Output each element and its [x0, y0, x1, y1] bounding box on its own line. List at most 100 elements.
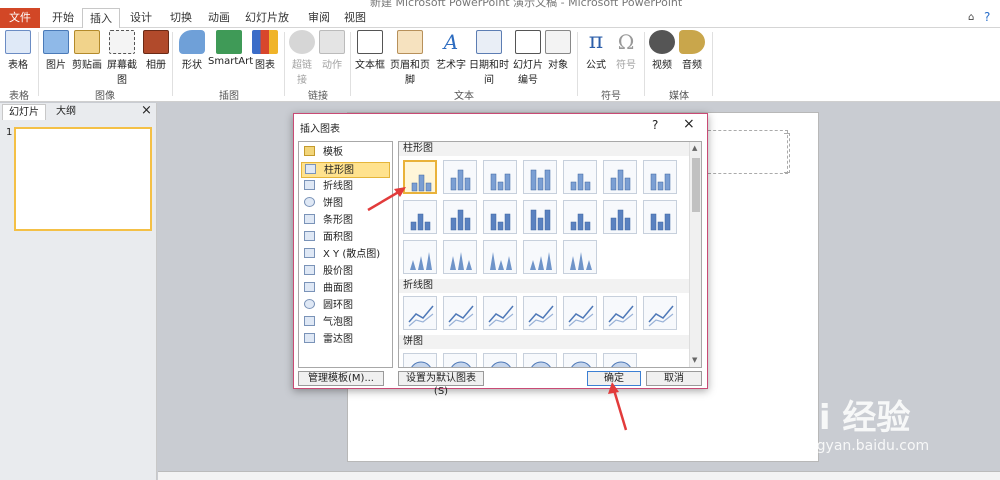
annotation-arrow-ok — [608, 382, 628, 431]
category-scatter[interactable]: X Y (散点图) — [301, 247, 390, 263]
chart-subtype-pie-5[interactable] — [563, 353, 597, 367]
screenshot-icon — [109, 30, 135, 54]
chart-subtype-col3d-7[interactable] — [643, 200, 677, 234]
close-icon[interactable]: × — [141, 103, 152, 118]
chart-subtype-col-6[interactable] — [603, 160, 637, 194]
group-label-media: 媒体 — [669, 91, 689, 102]
chart-subtype-pie-3[interactable] — [483, 353, 517, 367]
chart-subtype-line-3[interactable] — [483, 296, 517, 330]
chart-button[interactable]: 图表 — [252, 30, 278, 71]
chart-subtype-cone-3[interactable] — [483, 240, 517, 274]
tab-home[interactable]: 开始 — [44, 8, 82, 28]
manage-templates-button[interactable]: 管理模板(M)... — [298, 371, 384, 386]
chart-subtype-cone-5[interactable] — [563, 240, 597, 274]
slide-thumbnail[interactable] — [14, 127, 152, 231]
group-label-text: 文本 — [454, 91, 474, 102]
title-placeholder[interactable] — [708, 130, 788, 174]
chart-subtype-col3d-5[interactable] — [563, 200, 597, 234]
chart-subtype-line-7[interactable] — [643, 296, 677, 330]
chart-subtype-col-5[interactable] — [563, 160, 597, 194]
chart-subtype-pie-4[interactable] — [523, 353, 557, 367]
category-area[interactable]: 面积图 — [301, 230, 390, 246]
tab-animations[interactable]: 动画 — [200, 8, 238, 28]
scroll-up-icon[interactable]: ▲ — [692, 144, 697, 152]
cancel-button[interactable]: 取消 — [646, 371, 702, 386]
smartart-button[interactable]: SmartArt — [208, 30, 253, 67]
category-bar[interactable]: 条形图 — [301, 213, 390, 229]
action-button[interactable]: 动作 — [318, 30, 346, 71]
category-column[interactable]: 柱形图 — [301, 162, 390, 178]
symbol-button[interactable]: Ω 符号 — [612, 30, 640, 71]
section-header-pie: 饼图 — [399, 335, 689, 349]
tab-file[interactable]: 文件 — [0, 8, 40, 28]
datetime-button[interactable]: 日期和时间 — [466, 30, 512, 86]
tab-transitions[interactable]: 切换 — [162, 8, 200, 28]
chart-subtype-col-4[interactable] — [523, 160, 557, 194]
slides-panel: 幻灯片 大纲 × 1 — [0, 103, 157, 480]
chart-subtype-line-4[interactable] — [523, 296, 557, 330]
minimize-ribbon-icon[interactable]: ⌂ — [968, 12, 974, 23]
clipart-button[interactable]: 剪贴画 — [72, 30, 102, 71]
dialog-close-icon[interactable]: × — [683, 116, 695, 132]
equation-button[interactable]: π 公式 — [582, 30, 610, 72]
header-footer-button[interactable]: 页眉和页脚 — [386, 30, 434, 86]
category-radar[interactable]: 雷达图 — [301, 332, 390, 348]
category-doughnut[interactable]: 圆环图 — [301, 298, 390, 314]
tab-insert[interactable]: 插入 — [82, 8, 120, 29]
wordart-button[interactable]: A 艺术字 — [434, 30, 468, 71]
chart-subtype-pie-1[interactable] — [403, 353, 437, 367]
line-chart-icon — [488, 305, 514, 327]
picture-button[interactable]: 图片 — [42, 30, 70, 71]
shapes-button[interactable]: 形状 — [178, 30, 206, 71]
category-bubble[interactable]: 气泡图 — [301, 315, 390, 331]
hyperlink-button[interactable]: 超链接 — [288, 30, 316, 86]
chart-subtype-col-7[interactable] — [643, 160, 677, 194]
chart-subtype-line-5[interactable] — [563, 296, 597, 330]
col3d-chart-icon — [610, 209, 631, 231]
set-default-chart-button[interactable]: 设置为默认图表(S) — [398, 371, 484, 397]
slide-number-button[interactable]: 幻灯片 编号 — [512, 30, 544, 86]
tab-slideshow[interactable]: 幻灯片放映 — [240, 8, 294, 44]
chart-subtype-pie-2[interactable] — [443, 353, 477, 367]
tab-slides[interactable]: 幻灯片 — [2, 104, 46, 120]
chart-subtype-col3d-4[interactable] — [523, 200, 557, 234]
chart-subtype-col-3[interactable] — [483, 160, 517, 194]
tab-view[interactable]: 视图 — [336, 8, 374, 28]
tab-review[interactable]: 审阅 — [300, 8, 338, 28]
help-icon[interactable]: ? — [984, 10, 990, 24]
line-chart-icon — [528, 305, 554, 327]
dialog-help-icon[interactable]: ? — [652, 118, 658, 132]
chart-subtype-col-2[interactable] — [443, 160, 477, 194]
chart-subtype-line-1[interactable] — [403, 296, 437, 330]
category-surface[interactable]: 曲面图 — [301, 281, 390, 297]
chart-subtype-col3d-2[interactable] — [443, 200, 477, 234]
chart-subtype-line-2[interactable] — [443, 296, 477, 330]
pie-chart-icon — [411, 361, 431, 367]
textbox-button[interactable]: 文本框 — [354, 30, 386, 71]
chart-subtype-cone-4[interactable] — [523, 240, 557, 274]
chart-subtype-line-6[interactable] — [603, 296, 637, 330]
chart-subtype-cone-2[interactable] — [443, 240, 477, 274]
pie-chart-icon — [571, 361, 591, 367]
gallery-scrollbar[interactable]: ▲ ▼ — [689, 142, 701, 367]
chart-category-list: 模板 柱形图 折线图 饼图 条形图 面积图 X Y (散点图) 股价图 曲面图 … — [298, 141, 393, 368]
chart-subtype-cone-1[interactable] — [403, 240, 437, 274]
screenshot-button[interactable]: 屏幕截图 — [104, 30, 140, 86]
chart-subtype-pie-6[interactable] — [603, 353, 637, 367]
category-template[interactable]: 模板 — [301, 145, 390, 161]
album-button[interactable]: 相册 — [143, 30, 169, 71]
video-button[interactable]: 视频 — [648, 30, 676, 71]
chart-subtype-col3d-3[interactable] — [483, 200, 517, 234]
watermark-url: jingyan.baidu.com — [800, 438, 930, 454]
tab-design[interactable]: 设计 — [122, 8, 160, 28]
object-button[interactable]: 对象 — [544, 30, 572, 71]
chart-subtype-col3d-6[interactable] — [603, 200, 637, 234]
scroll-down-icon[interactable]: ▼ — [692, 356, 697, 364]
tab-outline[interactable]: 大纲 — [50, 104, 82, 120]
pie-chart-icon — [451, 361, 471, 367]
audio-button[interactable]: 音频 — [678, 30, 706, 71]
scrollbar-thumb[interactable] — [692, 158, 700, 212]
table-button[interactable]: 表格 — [4, 30, 32, 71]
cone-chart-icon — [450, 252, 472, 270]
category-stock[interactable]: 股价图 — [301, 264, 390, 280]
